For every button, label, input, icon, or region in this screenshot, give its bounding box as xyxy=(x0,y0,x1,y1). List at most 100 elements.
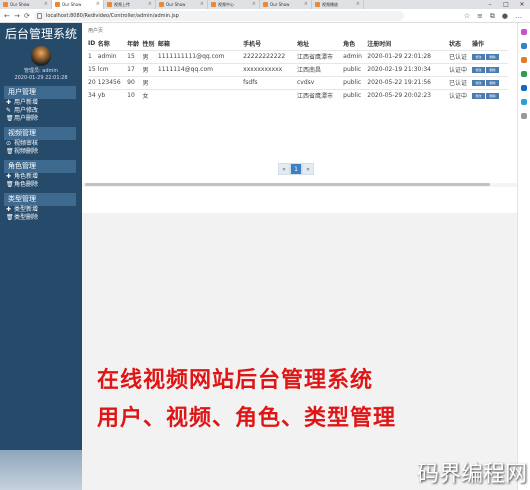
sidebar-item[interactable]: ✚ 角色新增 xyxy=(0,173,82,181)
tab-favicon-icon xyxy=(211,2,216,7)
reload-icon[interactable]: ⟳ xyxy=(24,12,30,20)
admin-name: 管理员: admin xyxy=(24,68,58,74)
tab-close-icon[interactable]: × xyxy=(304,0,308,9)
delete-button[interactable]: 删除 xyxy=(486,93,500,100)
sidebar-group-header[interactable]: 用户管理 xyxy=(4,86,76,99)
sidebar-group-header[interactable]: 类型管理 xyxy=(4,193,76,206)
browser-tab[interactable]: Our Show × xyxy=(260,0,312,9)
edit-button[interactable]: 修改 xyxy=(472,80,486,86)
tab-close-icon[interactable]: × xyxy=(96,0,100,9)
delete-button[interactable]: 删除 xyxy=(486,80,500,86)
tab-close-icon[interactable]: × xyxy=(356,0,360,9)
trash-icon: 🗑 xyxy=(6,148,14,155)
sidebar-item[interactable]: ✚ 用户新增 xyxy=(0,99,82,107)
sidebar-item[interactable]: ⊙ 视频审核 xyxy=(0,140,82,148)
sidebar-item-label: 视频审核 xyxy=(14,140,39,147)
tab-label: 视频上传 xyxy=(114,2,130,7)
sidebar-group-header[interactable]: 视频管理 xyxy=(4,127,76,140)
address-bar: ← → ⟳ localhost:8080/Redivideo/Controlle… xyxy=(0,9,530,23)
tab-favicon-icon xyxy=(3,2,8,7)
table-cell: 22222222222 xyxy=(243,49,297,63)
next-page-button[interactable]: » xyxy=(302,163,314,175)
sidebar-group-header[interactable]: 角色管理 xyxy=(4,160,76,173)
table-cell: 90 xyxy=(127,75,143,89)
close-icon[interactable]: ✕ xyxy=(514,0,530,9)
edit-button[interactable]: 修改 xyxy=(472,54,486,60)
url-text: localhost:8080/Redivideo/Controller/admi… xyxy=(46,13,179,19)
sidebar-item-label: 用户新增 xyxy=(14,99,39,106)
column-header: 地址 xyxy=(297,41,310,49)
tab-label: 视频中心 xyxy=(218,2,234,7)
table-cell: 女 xyxy=(142,88,158,102)
browser-tab[interactable]: 视频中心 × xyxy=(208,0,260,9)
profile-icon[interactable]: ● xyxy=(502,12,508,21)
collections-icon[interactable]: ⧉ xyxy=(490,12,495,21)
table-row: 20 123456 90 男 fsdfs cvdsv public 2020-05-22 19… xyxy=(88,75,508,89)
sidebar-menu: 用户管理 ✚ 用户新增 ✎ 用户修改 🗑 用户删除 视频管理 ⊙ 视频审核 🗑 视频删除 角色管理 ✚ 角色… xyxy=(0,86,82,222)
tab-close-icon[interactable]: × xyxy=(200,0,204,9)
action-cell: 修改 删除 xyxy=(472,88,508,102)
office-icon[interactable] xyxy=(521,85,527,91)
table-cell: admin xyxy=(97,49,128,63)
sidebar-group: 视频管理 ⊙ 视频审核 🗑 视频删除 xyxy=(0,127,82,156)
tab-close-icon[interactable]: × xyxy=(148,0,152,9)
sidebar-item-label: 用户修改 xyxy=(14,107,39,114)
tab-label: Our Show xyxy=(10,2,30,7)
outlook-icon[interactable] xyxy=(521,99,527,105)
tab-close-icon[interactable]: × xyxy=(252,0,256,9)
sidebar-item[interactable]: ✎ 用户修改 xyxy=(0,107,82,115)
forward-icon[interactable]: → xyxy=(14,12,20,20)
browser-tab[interactable]: Our Show × xyxy=(52,0,104,9)
horizontal-scrollbar[interactable] xyxy=(82,183,517,187)
table-cell: 15 xyxy=(88,62,98,76)
table-cell: 17 xyxy=(127,62,143,76)
minimize-icon[interactable]: – xyxy=(482,0,498,9)
table-cell: 2020-02-19 21:30:34 xyxy=(367,62,449,76)
breadcrumb: 用户页 xyxy=(88,28,104,34)
user-table: ID 名称 年龄 性别 邮箱 手机号 地址 角色 注册时间 状态 操作 1 admin 15 男 11111… xyxy=(88,38,508,102)
tab-label: Our Show xyxy=(270,2,290,7)
tools-icon[interactable] xyxy=(521,57,527,63)
table-cell: 1 xyxy=(88,49,98,63)
edit-button[interactable]: 修改 xyxy=(472,93,486,100)
sidebar-item[interactable]: 🗑 视频删除 xyxy=(0,148,82,156)
table-cell: 2020-05-29 20:02:23 xyxy=(367,88,449,102)
sidebar-group: 角色管理 ✚ 角色新增 🗑 角色删除 xyxy=(0,160,82,189)
url-field[interactable]: localhost:8080/Redivideo/Controller/admi… xyxy=(34,11,404,21)
admin-sidebar: 后台管理系统 管理员: admin 2020-01-29 22:01:28 用户… xyxy=(0,23,82,490)
current-page-button[interactable]: 1 xyxy=(290,163,302,175)
delete-button[interactable]: 删除 xyxy=(486,54,500,60)
edit-button[interactable]: 修改 xyxy=(472,67,486,73)
browser-edge-sidebar xyxy=(517,23,530,490)
back-icon[interactable]: ← xyxy=(4,12,10,20)
table-cell: 江西省鹰潭市 xyxy=(297,49,344,63)
column-header: 名称 xyxy=(97,41,110,49)
shopping-icon[interactable] xyxy=(521,43,527,49)
prev-page-button[interactable]: « xyxy=(278,163,290,175)
tab-favicon-icon xyxy=(159,2,164,7)
browser-tab[interactable]: Our Show × xyxy=(156,0,208,9)
search-icon[interactable] xyxy=(521,29,527,35)
trash-icon: 🗑 xyxy=(6,115,14,122)
games-icon[interactable] xyxy=(521,71,527,77)
browser-toolbar: ☆ ≡ ⧉ ● … xyxy=(464,12,522,21)
more-icon[interactable]: … xyxy=(515,12,522,21)
sidebar-item[interactable]: ✚ 类型新增 xyxy=(0,206,82,214)
sidebar-item[interactable]: 🗑 类型删除 xyxy=(0,214,82,222)
browser-tab[interactable]: 视频上传 × xyxy=(104,0,156,9)
sidebar-item[interactable]: 🗑 用户删除 xyxy=(0,115,82,123)
sidebar-item[interactable]: 🗑 角色删除 xyxy=(0,181,82,189)
delete-button[interactable]: 删除 xyxy=(486,67,500,73)
plus-icon: ✚ xyxy=(6,99,12,106)
table-cell: 1111111111@qq.com xyxy=(157,49,244,63)
add-icon[interactable] xyxy=(521,113,527,119)
bookmark-icon[interactable]: ☆ xyxy=(464,12,470,21)
reading-icon[interactable]: ≡ xyxy=(477,12,483,21)
browser-tab[interactable]: 视频播放 × xyxy=(312,0,364,9)
maximize-icon[interactable]: □ xyxy=(498,0,514,9)
column-header: 操作 xyxy=(472,41,485,49)
column-header: 年龄 xyxy=(127,41,140,49)
tab-close-icon[interactable]: × xyxy=(44,0,48,9)
sidebar-item-label: 角色新增 xyxy=(14,173,39,180)
browser-tab[interactable]: Our Show × xyxy=(0,0,52,9)
